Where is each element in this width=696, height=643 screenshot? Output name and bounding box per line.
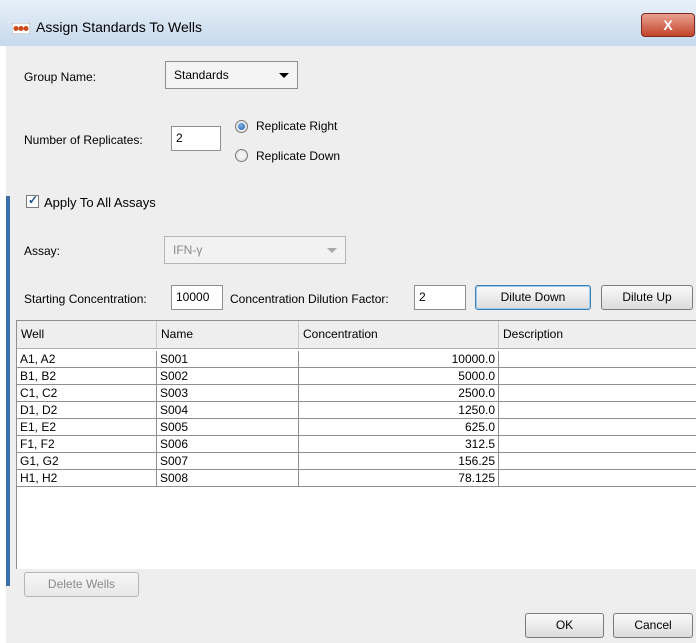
replicate-down-label[interactable]: Replicate Down [256, 149, 340, 163]
cell-well[interactable]: A1, A2 [17, 351, 157, 367]
column-header-well[interactable]: Well [17, 321, 157, 348]
cell-well[interactable]: B1, B2 [17, 368, 157, 384]
cell-name[interactable]: S003 [157, 385, 299, 401]
table-row[interactable]: E1, E2 S005 625.0 [17, 419, 696, 436]
cell-well[interactable]: C1, C2 [17, 385, 157, 401]
cell-well[interactable]: D1, D2 [17, 402, 157, 418]
dilute-up-button[interactable]: Dilute Up [601, 285, 693, 310]
replicate-down-radio[interactable] [235, 149, 248, 162]
wells-table[interactable]: Well Name Concentration Description A1, … [16, 320, 696, 569]
cell-description[interactable] [499, 419, 696, 435]
cell-well[interactable]: E1, E2 [17, 419, 157, 435]
table-row[interactable]: G1, G2 S007 156.25 [17, 453, 696, 470]
close-icon: X [663, 17, 673, 33]
cell-well[interactable]: H1, H2 [17, 470, 157, 486]
chevron-down-icon [279, 73, 289, 78]
table-row[interactable]: D1, D2 S004 1250.0 [17, 402, 696, 419]
cell-concentration[interactable]: 5000.0 [299, 368, 499, 384]
assay-label: Assay: [24, 244, 61, 258]
cell-name[interactable]: S006 [157, 436, 299, 452]
window-title: Assign Standards To Wells [36, 19, 203, 35]
cell-description[interactable] [499, 436, 696, 452]
table-row[interactable]: C1, C2 S003 2500.0 [17, 385, 696, 402]
replicates-input[interactable]: 2 [171, 126, 221, 151]
assign-standards-dialog: Assign Standards To Wells X Group Name: … [0, 0, 696, 643]
cell-well[interactable]: G1, G2 [17, 453, 157, 469]
apply-all-checkbox[interactable]: ✓ [26, 193, 39, 208]
dilution-factor-label: Concentration Dilution Factor: [230, 292, 389, 306]
cell-concentration[interactable]: 10000.0 [299, 351, 499, 367]
cell-name[interactable]: S005 [157, 419, 299, 435]
checkmark-icon: ✓ [28, 193, 39, 207]
cell-concentration[interactable]: 625.0 [299, 419, 499, 435]
group-name-label: Group Name: [24, 70, 97, 84]
cell-description[interactable] [499, 385, 696, 401]
table-header: Well Name Concentration Description [17, 321, 696, 349]
cell-name[interactable]: S001 [157, 351, 299, 367]
title-bar[interactable]: Assign Standards To Wells X [0, 0, 696, 46]
cell-well[interactable]: F1, F2 [17, 436, 157, 452]
replicate-right-radio[interactable] [235, 120, 248, 133]
table-row[interactable]: F1, F2 S006 312.5 [17, 436, 696, 453]
cell-name[interactable]: S008 [157, 470, 299, 486]
cell-concentration[interactable]: 1250.0 [299, 402, 499, 418]
close-button[interactable]: X [641, 13, 695, 37]
cell-description[interactable] [499, 470, 696, 486]
cell-concentration[interactable]: 156.25 [299, 453, 499, 469]
replicate-right-label[interactable]: Replicate Right [256, 119, 337, 133]
cell-concentration[interactable]: 2500.0 [299, 385, 499, 401]
group-name-value: Standards [174, 68, 229, 82]
ok-button[interactable]: OK [525, 613, 604, 638]
cancel-button[interactable]: Cancel [613, 613, 693, 638]
cell-name[interactable]: S002 [157, 368, 299, 384]
focus-stripe [6, 196, 10, 586]
delete-wells-button[interactable]: Delete Wells [24, 572, 139, 597]
cell-description[interactable] [499, 351, 696, 367]
dilute-down-button[interactable]: Dilute Down [475, 285, 591, 310]
cell-concentration[interactable]: 78.125 [299, 470, 499, 486]
column-header-name[interactable]: Name [157, 321, 299, 348]
chevron-down-icon [327, 248, 337, 253]
dilution-factor-input[interactable]: 2 [414, 285, 466, 310]
cell-description[interactable] [499, 368, 696, 384]
column-header-description[interactable]: Description [499, 321, 696, 348]
column-header-concentration[interactable]: Concentration [299, 321, 499, 348]
table-row[interactable]: B1, B2 S002 5000.0 [17, 368, 696, 385]
starting-concentration-input[interactable]: 10000 [171, 285, 223, 310]
starting-concentration-label: Starting Concentration: [24, 292, 147, 306]
assay-value: IFN-γ [173, 243, 203, 257]
app-icon [12, 23, 30, 34]
table-row[interactable]: A1, A2 S001 10000.0 [17, 351, 696, 368]
table-row[interactable]: H1, H2 S008 78.125 [17, 470, 696, 487]
cell-description[interactable] [499, 402, 696, 418]
cell-name[interactable]: S007 [157, 453, 299, 469]
cell-description[interactable] [499, 453, 696, 469]
cell-concentration[interactable]: 312.5 [299, 436, 499, 452]
assay-select[interactable]: IFN-γ [164, 236, 346, 264]
cell-name[interactable]: S004 [157, 402, 299, 418]
group-name-select[interactable]: Standards [165, 61, 298, 89]
apply-all-label[interactable]: Apply To All Assays [44, 195, 156, 210]
replicates-label: Number of Replicates: [24, 133, 143, 147]
